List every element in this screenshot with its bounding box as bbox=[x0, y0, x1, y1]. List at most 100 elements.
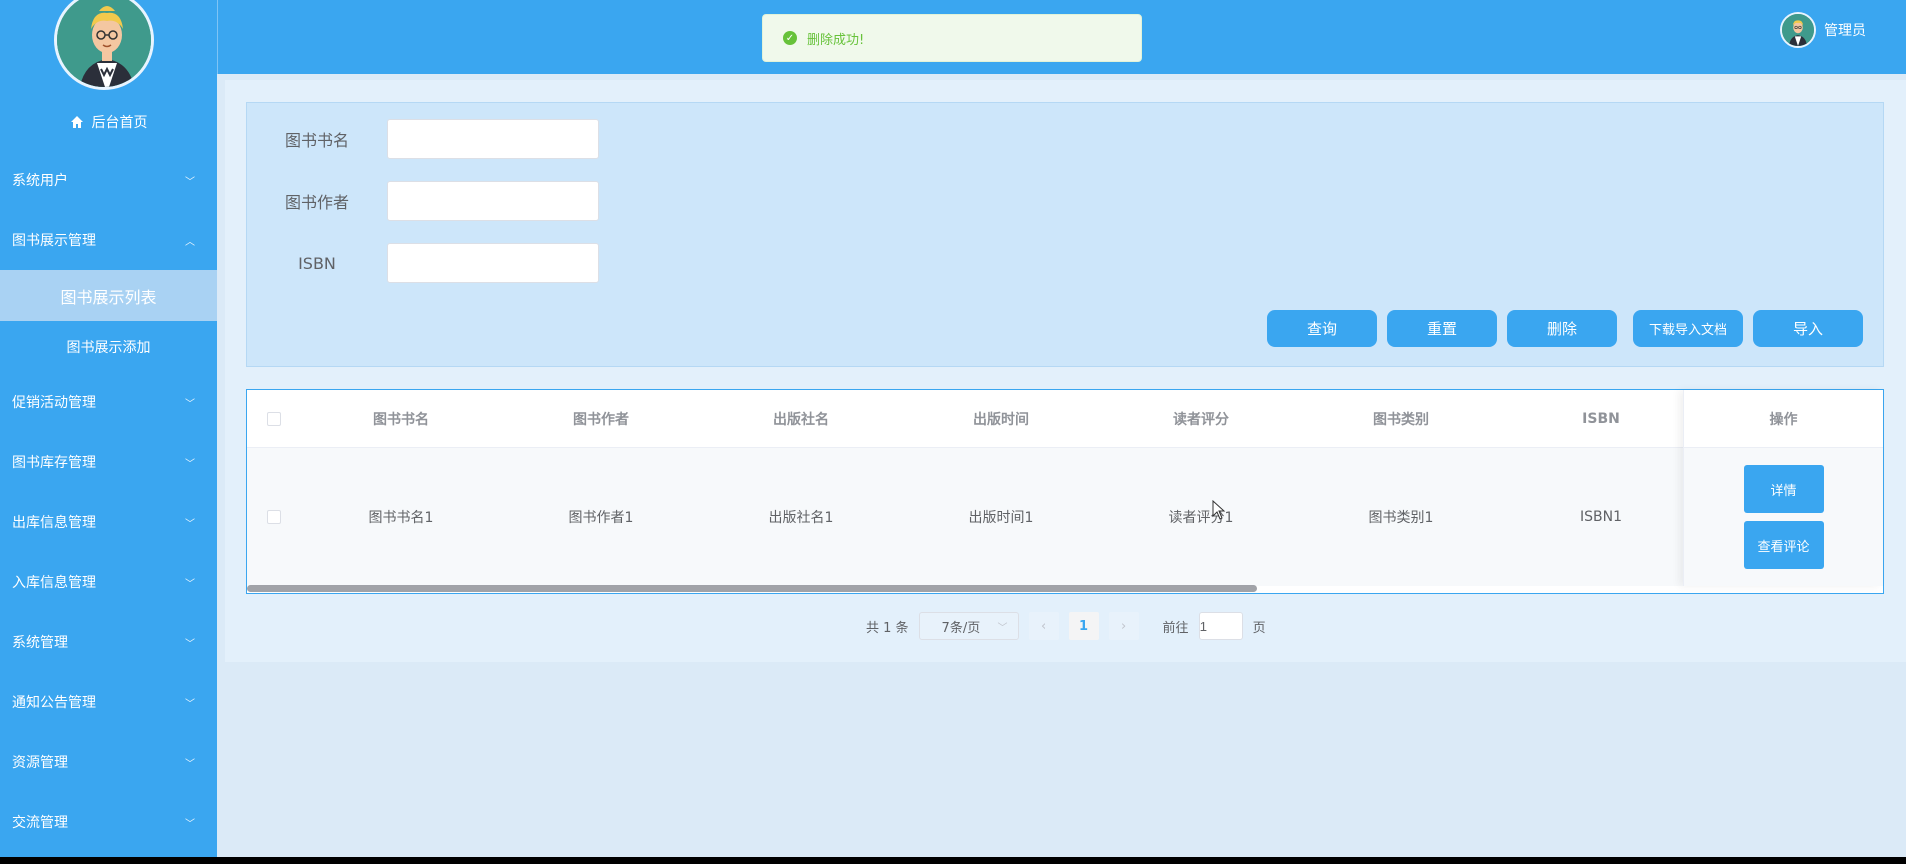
check-circle-icon: ✓ bbox=[783, 31, 797, 45]
prev-page-button[interactable]: ‹ bbox=[1028, 612, 1059, 640]
sidebar-item-inventory[interactable]: 图书库存管理 ﹀ bbox=[0, 432, 217, 492]
sidebar: 后台首页 系统用户 ﹀ 图书展示管理 ︿ 图书展示列表 图书展示添加 促销活动管… bbox=[0, 0, 217, 857]
user-menu[interactable]: 管理员 bbox=[1780, 12, 1866, 48]
sidebar-item-outbound[interactable]: 出库信息管理 ﹀ bbox=[0, 492, 217, 552]
reset-button[interactable]: 重置 bbox=[1387, 310, 1497, 347]
sidebar-item-inbound[interactable]: 入库信息管理 ﹀ bbox=[0, 552, 217, 612]
select-all-checkbox[interactable] bbox=[267, 411, 281, 426]
user-name: 管理员 bbox=[1824, 23, 1866, 39]
chevron-down-icon: ﹀ bbox=[185, 638, 195, 650]
sidebar-item-resources[interactable]: 资源管理 ﹀ bbox=[0, 732, 217, 792]
import-button[interactable]: 导入 bbox=[1753, 310, 1863, 347]
form-row-author: 图书作者 bbox=[247, 181, 599, 221]
page-size-select[interactable]: 7条/页 ﹀ bbox=[918, 612, 1019, 640]
search-panel: 图书书名 图书作者 ISBN 查询 重置 删除 下载导入文档 导入 bbox=[246, 102, 1884, 367]
book-title-input[interactable] bbox=[387, 119, 599, 159]
form-row-title: 图书书名 bbox=[247, 119, 599, 159]
pagination: 共 1 条 7条/页 ﹀ ‹ 1 › 前往 页 bbox=[866, 612, 1266, 640]
app-root: 后台首页 系统用户 ﹀ 图书展示管理 ︿ 图书展示列表 图书展示添加 促销活动管… bbox=[0, 0, 1906, 857]
avatar-illustration-icon bbox=[1782, 14, 1814, 46]
chevron-down-icon: ﹀ bbox=[185, 518, 195, 530]
avatar bbox=[1780, 12, 1816, 48]
sidebar-item-communication[interactable]: 交流管理 ﹀ bbox=[0, 792, 217, 852]
horizontal-scrollbar[interactable] bbox=[247, 585, 1257, 592]
book-table: 图书书名 图书作者 出版社名 出版时间 读者评分 图书类别 ISBN 图书书名1… bbox=[246, 389, 1884, 594]
delete-button[interactable]: 删除 bbox=[1507, 310, 1617, 347]
column-header: 出版社名 bbox=[773, 411, 829, 428]
sidebar-subitem-book-add[interactable]: 图书展示添加 bbox=[0, 321, 217, 372]
chevron-down-icon: ﹀ bbox=[997, 622, 1008, 634]
column-header: 图书作者 bbox=[573, 411, 629, 428]
sidebar-item-label: 入库信息管理 bbox=[12, 575, 96, 591]
view-comments-button[interactable]: 查看评论 bbox=[1743, 521, 1824, 569]
page-number-current[interactable]: 1 bbox=[1068, 612, 1099, 640]
chevron-left-icon: ‹ bbox=[1040, 618, 1047, 634]
sidebar-item-label: 系统用户 bbox=[12, 173, 68, 189]
sidebar-item-label: 资源管理 bbox=[12, 755, 68, 771]
form-label-author: 图书作者 bbox=[284, 193, 349, 212]
sidebar-home-link[interactable]: 后台首页 bbox=[0, 110, 217, 134]
book-author-input[interactable] bbox=[387, 181, 599, 221]
table-cell: 图书书名1 bbox=[368, 510, 434, 526]
table-header: 图书书名 图书作者 出版社名 出版时间 读者评分 图书类别 ISBN bbox=[247, 390, 1883, 448]
sidebar-item-system-management[interactable]: 系统管理 ﹀ bbox=[0, 612, 217, 672]
toast-message: 删除成功! bbox=[807, 32, 865, 48]
chevron-down-icon: ﹀ bbox=[185, 176, 195, 188]
operations-column: 操作 详情 查看评论 bbox=[1683, 390, 1883, 586]
sidebar-subitem-label: 图书展示添加 bbox=[66, 339, 151, 356]
sidebar-avatar bbox=[54, 0, 154, 90]
sidebar-item-label: 系统管理 bbox=[12, 635, 68, 651]
sidebar-subitem-label: 图书展示列表 bbox=[60, 287, 157, 307]
chevron-down-icon: ﹀ bbox=[185, 698, 195, 710]
table-row: 图书书名1 图书作者1 出版社名1 出版时间1 读者评分1 图书类别1 ISBN… bbox=[247, 448, 1883, 586]
form-label-isbn: ISBN bbox=[298, 253, 336, 273]
sidebar-item-label: 图书展示管理 bbox=[12, 233, 96, 249]
sidebar-item-system-users[interactable]: 系统用户 ﹀ bbox=[0, 150, 217, 210]
detail-button[interactable]: 详情 bbox=[1743, 465, 1824, 513]
avatar-illustration-icon bbox=[57, 0, 151, 87]
page-size-value: 7条/页 bbox=[941, 620, 981, 636]
goto-prefix: 前往 bbox=[1162, 620, 1189, 636]
sidebar-item-label: 交流管理 bbox=[12, 815, 68, 831]
column-header: 出版时间 bbox=[973, 411, 1029, 428]
success-toast: ✓ 删除成功! bbox=[762, 14, 1142, 62]
table-cell: 图书作者1 bbox=[568, 510, 634, 526]
table-cell: ISBN1 bbox=[1580, 509, 1622, 525]
goto-page-input[interactable] bbox=[1198, 612, 1243, 640]
sidebar-item-label: 图书库存管理 bbox=[12, 455, 96, 471]
sidebar-item-book-display[interactable]: 图书展示管理 ︿ bbox=[0, 210, 217, 270]
row-checkbox-cell bbox=[247, 448, 301, 586]
chevron-down-icon: ﹀ bbox=[185, 818, 195, 830]
isbn-input[interactable] bbox=[387, 243, 599, 283]
chevron-down-icon: ﹀ bbox=[185, 578, 195, 590]
chevron-down-icon: ﹀ bbox=[185, 398, 195, 410]
sidebar-item-label: 出库信息管理 bbox=[12, 515, 96, 531]
row-checkbox[interactable] bbox=[267, 510, 281, 524]
form-label-title: 图书书名 bbox=[284, 131, 349, 150]
pagination-total: 共 1 条 bbox=[866, 620, 909, 636]
table-cell: 图书类别1 bbox=[1368, 510, 1434, 526]
header-checkbox-cell bbox=[247, 390, 301, 447]
column-header: 读者评分 bbox=[1173, 411, 1229, 428]
chevron-up-icon: ︿ bbox=[185, 236, 195, 248]
sidebar-item-label: 促销活动管理 bbox=[12, 395, 96, 411]
table-cell: 出版社名1 bbox=[768, 510, 834, 526]
sidebar-menu: 系统用户 ﹀ 图书展示管理 ︿ 图书展示列表 图书展示添加 促销活动管理 ﹀ 图… bbox=[0, 150, 217, 852]
form-row-isbn: ISBN bbox=[247, 243, 599, 283]
next-page-button[interactable]: › bbox=[1108, 612, 1139, 640]
sidebar-item-promotions[interactable]: 促销活动管理 ﹀ bbox=[0, 372, 217, 432]
sidebar-item-label: 通知公告管理 bbox=[12, 695, 96, 711]
query-button[interactable]: 查询 bbox=[1267, 310, 1377, 347]
chevron-down-icon: ﹀ bbox=[185, 458, 195, 470]
sidebar-subitem-book-list[interactable]: 图书展示列表 bbox=[0, 270, 217, 321]
chevron-down-icon: ﹀ bbox=[185, 758, 195, 770]
column-header-operations: 操作 bbox=[1684, 390, 1883, 448]
chevron-right-icon: › bbox=[1120, 618, 1127, 634]
table-cell: 读者评分1 bbox=[1168, 510, 1234, 526]
home-icon bbox=[70, 116, 83, 128]
download-template-button[interactable]: 下载导入文档 bbox=[1633, 310, 1743, 347]
sidebar-item-notices[interactable]: 通知公告管理 ﹀ bbox=[0, 672, 217, 732]
table-cell: 出版时间1 bbox=[968, 510, 1034, 526]
column-header: ISBN bbox=[1582, 410, 1620, 427]
goto-suffix: 页 bbox=[1252, 620, 1266, 636]
